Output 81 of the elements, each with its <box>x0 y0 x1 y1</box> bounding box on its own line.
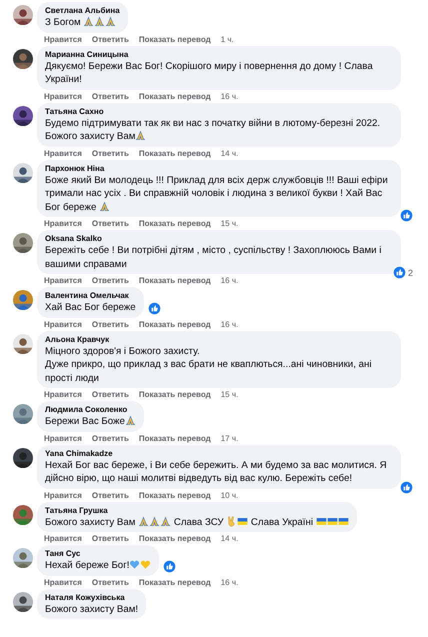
flag-icon <box>316 516 327 526</box>
comment-text: Міцного здоров'я і Божого захисту. Дуже прикро, що приклад з вас брати не кваплються...ані чиновники, ані прості люди <box>45 344 372 385</box>
action-link[interactable]: Нравится <box>44 490 82 500</box>
action-link[interactable]: Ответить <box>92 148 129 158</box>
comment-time[interactable]: 10 ч. <box>220 490 238 500</box>
action-link[interactable]: Показать перевод <box>138 533 211 544</box>
action-link[interactable]: Показать перевод <box>138 275 211 286</box>
action-link[interactable]: Показать перевод <box>138 389 211 400</box>
action-link[interactable]: Нравится <box>44 389 82 400</box>
action-link[interactable]: Нравится <box>44 90 82 102</box>
action-link[interactable]: Нравится <box>44 218 82 229</box>
author-name[interactable]: Марианна Синицына <box>45 48 393 60</box>
author-name[interactable]: Yana Chimakadze <box>45 448 393 458</box>
action-link[interactable]: Показать перевод <box>138 34 211 44</box>
heart-icon <box>129 559 140 570</box>
author-name[interactable]: Альона Кравчук <box>45 334 393 344</box>
like-icon[interactable] <box>400 209 413 222</box>
action-link[interactable]: Нравится <box>44 148 82 158</box>
comment-time[interactable]: 15 ч. <box>220 218 238 229</box>
action-link[interactable]: Ответить <box>92 318 129 330</box>
author-name[interactable]: Oksana Skalko <box>45 233 393 244</box>
comment-text: Бережи Вас Боже <box>45 415 136 428</box>
action-link[interactable]: Ответить <box>92 533 129 544</box>
author-name[interactable]: Пархонюк Ніна <box>45 162 393 174</box>
action-link[interactable]: Ответить <box>92 275 129 286</box>
author-name[interactable]: Людмила Соколенко <box>45 404 136 415</box>
action-link[interactable]: Ответить <box>92 90 129 102</box>
action-link[interactable]: Нравится <box>44 275 82 286</box>
comment-time[interactable]: 16 ч. <box>220 576 238 588</box>
author-name[interactable]: Таня Сус <box>45 548 152 559</box>
comment-text: Нехай Бог вас береже, і Ви себе бережить. А ми будемо за вас молитися. Я дійсно вірю, що наші молитві відведуть від вас кулю. Бережіть себе! <box>45 458 388 486</box>
like-icon[interactable] <box>148 302 161 314</box>
action-link[interactable]: Ответить <box>92 218 129 229</box>
action-link[interactable]: Показать перевод <box>138 218 211 229</box>
action-link[interactable]: Показать перевод <box>138 490 211 500</box>
comment-time[interactable]: 16 ч. <box>220 318 238 330</box>
flag-icon <box>326 516 338 526</box>
comment-time[interactable]: 14 ч. <box>220 533 238 544</box>
comment-time[interactable]: 14 ч. <box>220 148 238 158</box>
comment-text: Божого захисту Вам! <box>45 602 138 616</box>
action-link[interactable]: Ответить <box>92 34 129 44</box>
comment-text: Хай Вас Бог береже <box>45 301 136 314</box>
heart-icon <box>140 559 152 570</box>
comment-text: З Богом <box>45 16 120 30</box>
action-link[interactable]: Ответить <box>92 490 129 500</box>
comment-text: Будемо підтримувати так як ви нас з початку війни в лютому-березні 2022. Божого захисту Вам <box>45 116 382 144</box>
action-link[interactable]: Ответить <box>92 389 129 400</box>
like-icon[interactable] <box>392 266 406 279</box>
action-link[interactable]: Нравится <box>44 432 82 444</box>
action-link[interactable]: Показать перевод <box>138 432 211 444</box>
action-link[interactable]: Нравится <box>44 533 82 544</box>
reaction-count: 2 <box>408 268 413 278</box>
author-name[interactable]: Валентина Омельчак <box>45 290 136 301</box>
comment-text: Бережіть себе ! Ви потрібні дітям , місто , суспільству ! Захоплююсь Вами і вашими справами <box>45 244 382 271</box>
action-link[interactable]: Показать перевод <box>138 576 211 588</box>
comment-text: Нехай береже Бог! <box>45 559 152 572</box>
action-link[interactable]: Показать перевод <box>138 148 211 158</box>
author-name[interactable]: Наталя Кожухівська <box>45 592 138 602</box>
comment-time[interactable]: 15 ч. <box>220 389 238 400</box>
comment-text: Дякуємо! Бережи Вас Бог! Скорішого миру і повернення до дому ! Слава України! <box>45 60 374 86</box>
author-name[interactable]: Татьяна Сахно <box>45 106 393 116</box>
comment-text: Боже який Ви молодець !!! Приклад для всіх держ службовців !!! Ваші ефіри тримали нас усіх . Ви справжній чоловік і людина з великої букви ! Хай Вас Бог береже <box>45 174 389 214</box>
victory-hand-icon <box>226 516 238 526</box>
comment-text: Божого захисту Вам Слава ЗСУ Слава Україні <box>45 516 349 529</box>
comment-time[interactable]: 1 ч. <box>220 34 234 44</box>
comment-time[interactable]: 16 ч. <box>220 90 238 102</box>
author-name[interactable]: Татьяна Грушка <box>45 504 349 516</box>
flag-icon <box>237 516 248 526</box>
like-icon[interactable] <box>400 480 413 494</box>
flag-icon <box>338 516 349 526</box>
action-link[interactable]: Нравится <box>44 576 82 588</box>
action-link[interactable]: Нравится <box>44 318 82 330</box>
action-link[interactable]: Ответить <box>92 432 129 444</box>
like-icon[interactable] <box>163 560 176 572</box>
comment-time[interactable]: 16 ч. <box>220 275 238 286</box>
action-link[interactable]: Ответить <box>92 576 129 588</box>
action-link[interactable]: Показать перевод <box>138 318 211 330</box>
comment-time[interactable]: 17 ч. <box>220 432 238 444</box>
action-link[interactable]: Нравится <box>44 34 82 44</box>
author-name[interactable]: Светлана Альбина <box>45 5 120 16</box>
action-link[interactable]: Показать перевод <box>138 90 211 102</box>
